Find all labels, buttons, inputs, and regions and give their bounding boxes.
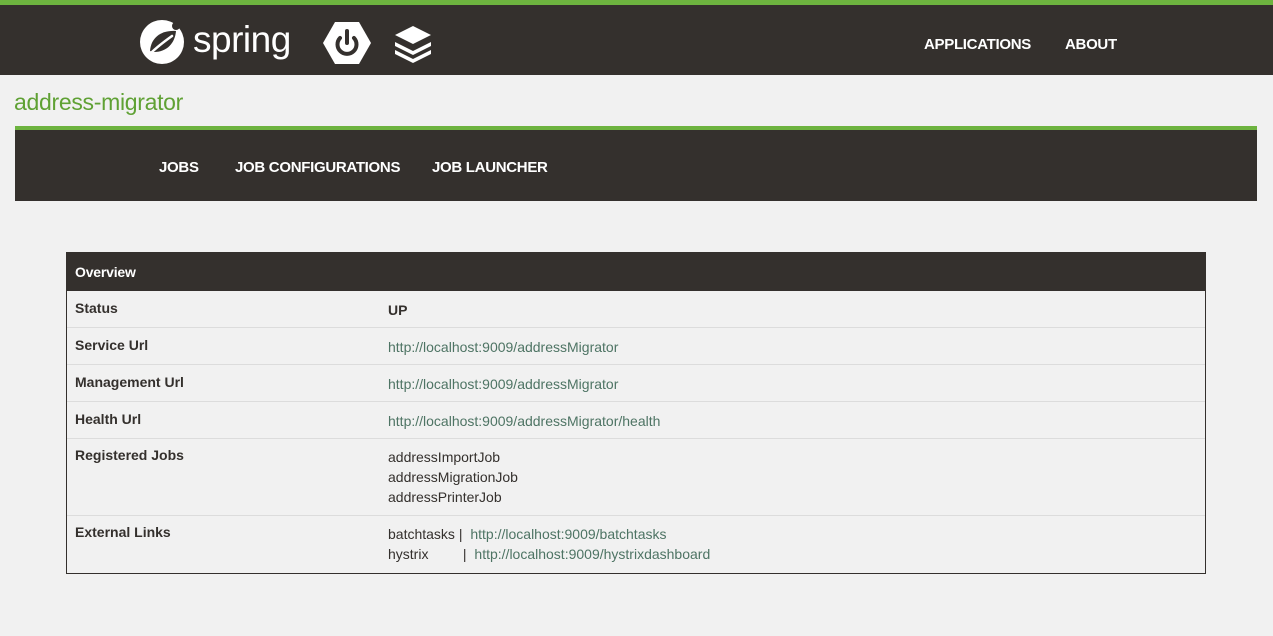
app-tab-bar: JOBS JOB CONFIGURATIONS JOB LAUNCHER <box>15 126 1257 201</box>
health-url-label: Health Url <box>75 411 142 427</box>
overview-header: Overview <box>67 253 1205 291</box>
tab-job-launcher[interactable]: JOB LAUNCHER <box>432 159 548 176</box>
health-url-link[interactable]: http://localhost:9009/addressMigrator/he… <box>388 413 660 429</box>
stack-layers-icon <box>393 25 433 70</box>
batchtasks-link[interactable]: http://localhost:9009/batchtasks <box>470 526 666 542</box>
app-title: address-migrator <box>14 89 184 115</box>
tab-jobs[interactable]: JOBS <box>159 159 199 176</box>
status-badge: UP <box>388 302 408 318</box>
external-link-name: hystrix <box>388 546 429 562</box>
service-url-label: Service Url <box>75 337 149 353</box>
job-name: addressImportJob <box>388 449 501 465</box>
registered-jobs-row: Registered Jobs addressImportJob address… <box>67 439 1205 516</box>
spring-boot-power-icon <box>322 21 372 70</box>
external-links-row: External Links batchtasks | http://local… <box>67 516 1205 572</box>
service-url-row: Service Url http://localhost:9009/addres… <box>67 328 1205 365</box>
tab-job-configurations[interactable]: JOB CONFIGURATIONS <box>235 159 400 176</box>
hystrix-dashboard-link[interactable]: http://localhost:9009/hystrixdashboard <box>474 546 710 562</box>
service-url-link[interactable]: http://localhost:9009/addressMigrator <box>388 339 618 355</box>
spring-logo-text: spring <box>193 19 291 60</box>
health-url-row: Health Url http://localhost:9009/address… <box>67 402 1205 439</box>
management-url-label: Management Url <box>75 374 184 390</box>
nav-about[interactable]: ABOUT <box>1065 36 1117 53</box>
external-links-label: External Links <box>75 524 171 540</box>
separator: | <box>458 526 463 542</box>
management-url-link[interactable]: http://localhost:9009/addressMigrator <box>388 376 618 392</box>
job-name: addressMigrationJob <box>388 469 518 485</box>
management-url-row: Management Url http://localhost:9009/add… <box>67 365 1205 402</box>
top-navbar: spring APPLICATIONS ABOUT <box>0 0 1273 75</box>
spring-leaf-icon <box>138 18 186 71</box>
status-label: Status <box>75 300 118 316</box>
overview-panel: Overview Status UP Service Url http://lo… <box>66 252 1206 574</box>
external-link-name: batchtasks <box>388 526 455 542</box>
separator: | <box>462 546 467 562</box>
job-name: addressPrinterJob <box>388 489 502 505</box>
registered-jobs-label: Registered Jobs <box>75 447 184 463</box>
status-row: Status UP <box>67 291 1205 328</box>
nav-applications[interactable]: APPLICATIONS <box>924 36 1031 53</box>
